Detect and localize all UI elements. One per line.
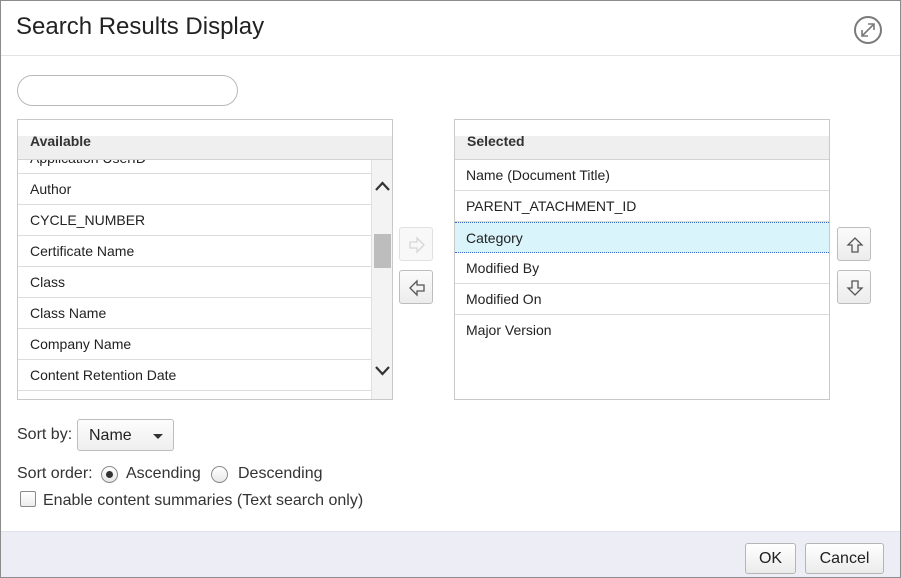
list-item[interactable]: Class (18, 267, 371, 298)
remove-from-selected-button[interactable] (399, 270, 433, 304)
selected-list-body: Name (Document Title) PARENT_ATACHMENT_I… (455, 160, 829, 346)
expand-diagonal-arrows-icon (861, 23, 875, 37)
selected-list-header: Selected (455, 120, 829, 160)
list-item[interactable]: Certificate Name (18, 236, 371, 267)
list-item[interactable]: Class Name (18, 298, 371, 329)
arrow-right-icon (409, 236, 425, 254)
sort-by-label: Sort by: (17, 426, 73, 443)
selected-header-label: Selected (467, 133, 525, 149)
list-item[interactable]: PARENT_ATACHMENT_ID (455, 191, 829, 222)
descending-label[interactable]: Descending (238, 465, 323, 483)
list-item[interactable]: Company Name (18, 329, 371, 360)
sort-order-label: Sort order: (17, 465, 93, 482)
list-item[interactable]: Content Retention Date (18, 360, 371, 391)
ascending-label[interactable]: Ascending (126, 465, 201, 483)
ascending-radio[interactable] (101, 466, 118, 483)
list-item-highlighted[interactable]: Category (455, 222, 829, 253)
descending-radio[interactable] (211, 466, 228, 483)
arrow-down-icon (846, 280, 864, 296)
chevron-down-icon (375, 366, 390, 376)
sort-by-value: Name (89, 427, 132, 444)
list-item[interactable]: Major Version (455, 315, 829, 346)
available-scrollbar[interactable] (371, 160, 392, 399)
caret-down-icon (153, 434, 163, 439)
move-down-button[interactable] (837, 270, 871, 304)
list-item[interactable]: Modified By (455, 253, 829, 284)
cancel-button[interactable]: Cancel (805, 543, 884, 574)
ok-button[interactable]: OK (745, 543, 796, 574)
filter-input[interactable] (17, 75, 238, 106)
list-item[interactable]: Application UserID (18, 160, 371, 174)
list-item[interactable]: Modified On (455, 284, 829, 315)
dialog-titlebar: Search Results Display (1, 1, 900, 56)
sort-by-select[interactable]: Name (77, 419, 174, 451)
scroll-down-button[interactable] (374, 362, 391, 379)
scroll-up-button[interactable] (374, 178, 391, 195)
available-list: Available Application UserID Author CYCL… (17, 119, 393, 400)
dialog-footer: OK Cancel (1, 531, 900, 577)
selected-list: Selected Name (Document Title) PARENT_AT… (454, 119, 830, 400)
dialog-title: Search Results Display (16, 13, 265, 40)
content-summaries-label[interactable]: Enable content summaries (Text search on… (43, 492, 363, 510)
search-results-display-dialog: Search Results Display Available Applica… (0, 0, 901, 578)
add-to-selected-button[interactable] (399, 227, 433, 261)
scrollbar-thumb[interactable] (374, 234, 391, 268)
available-list-body: Application UserID Author CYCLE_NUMBER C… (18, 160, 371, 399)
expand-icon[interactable] (854, 16, 882, 44)
arrow-up-icon (846, 237, 864, 253)
available-list-header: Available (18, 120, 392, 160)
list-item[interactable]: CYCLE_NUMBER (18, 205, 371, 236)
arrow-left-icon (409, 279, 425, 297)
move-up-button[interactable] (837, 227, 871, 261)
list-item[interactable]: Name (Document Title) (455, 160, 829, 191)
available-header-label: Available (30, 133, 91, 149)
content-summaries-checkbox[interactable] (20, 491, 36, 507)
list-item[interactable]: Author (18, 174, 371, 205)
chevron-up-icon (375, 181, 390, 191)
